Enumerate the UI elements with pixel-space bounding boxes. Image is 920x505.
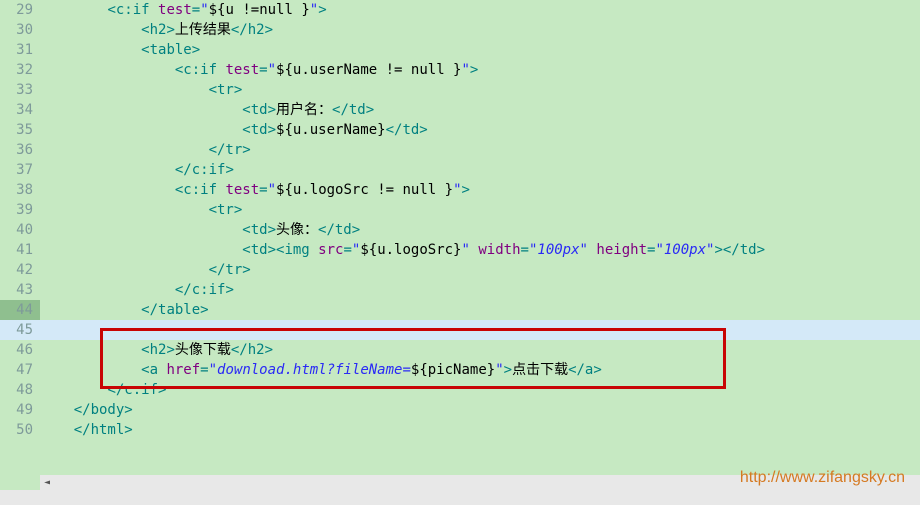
line-number: 34 (0, 100, 40, 120)
code-line[interactable]: 32 <c:if test="${u.userName != null }"> (0, 60, 920, 80)
code-line[interactable]: 49 </body> (0, 400, 920, 420)
code-content[interactable]: <h2>上传结果</h2> (40, 20, 920, 40)
code-line[interactable]: 41 <td><img src="${u.logoSrc}" width="10… (0, 240, 920, 260)
line-number: 42 (0, 260, 40, 280)
scroll-left-icon[interactable]: ◄ (40, 476, 54, 490)
code-line[interactable]: 34 <td>用户名：</td> (0, 100, 920, 120)
code-line[interactable]: 50 </html> (0, 420, 920, 440)
line-number: 46 (0, 340, 40, 360)
code-content[interactable]: <td><img src="${u.logoSrc}" width="100px… (40, 240, 920, 260)
code-line[interactable]: 40 <td>头像：</td> (0, 220, 920, 240)
code-line[interactable]: 36 </tr> (0, 140, 920, 160)
code-content[interactable]: <td>${u.userName}</td> (40, 120, 920, 140)
code-line[interactable]: 33 <tr> (0, 80, 920, 100)
line-number: 37 (0, 160, 40, 180)
line-number: 49 (0, 400, 40, 420)
line-number: 30 (0, 20, 40, 40)
code-content[interactable]: </c:if> (40, 160, 920, 180)
line-number: 32 (0, 60, 40, 80)
code-content[interactable]: </tr> (40, 140, 920, 160)
line-number: 31 (0, 40, 40, 60)
code-line[interactable]: 37 </c:if> (0, 160, 920, 180)
line-number: 45 (0, 320, 40, 340)
code-line[interactable]: 29 <c:if test="${u !=null }"> (0, 0, 920, 20)
line-number: 43 (0, 280, 40, 300)
code-content[interactable]: </html> (40, 420, 920, 440)
line-number: 47 (0, 360, 40, 380)
code-content[interactable]: <tr> (40, 80, 920, 100)
code-line[interactable]: 35 <td>${u.userName}</td> (0, 120, 920, 140)
code-content[interactable]: <td>头像：</td> (40, 220, 920, 240)
code-line[interactable]: 44 </table> (0, 300, 920, 320)
line-number: 41 (0, 240, 40, 260)
line-number: 48 (0, 380, 40, 400)
code-line[interactable]: 48 </c:if> (0, 380, 920, 400)
code-editor[interactable]: 29 <c:if test="${u !=null }">30 <h2>上传结果… (0, 0, 920, 490)
code-content[interactable]: </c:if> (40, 380, 920, 400)
line-number: 38 (0, 180, 40, 200)
code-line[interactable]: 30 <h2>上传结果</h2> (0, 20, 920, 40)
lines-container: 29 <c:if test="${u !=null }">30 <h2>上传结果… (0, 0, 920, 440)
code-content[interactable]: <c:if test="${u !=null }"> (40, 0, 920, 20)
code-content[interactable]: </c:if> (40, 280, 920, 300)
code-content[interactable]: <c:if test="${u.logoSrc != null }"> (40, 180, 920, 200)
code-content[interactable]: <c:if test="${u.userName != null }"> (40, 60, 920, 80)
code-line[interactable]: 39 <tr> (0, 200, 920, 220)
code-content[interactable]: </table> (40, 300, 920, 320)
code-content[interactable]: </tr> (40, 260, 920, 280)
code-line[interactable]: 42 </tr> (0, 260, 920, 280)
line-number: 44 (0, 300, 40, 320)
code-line[interactable]: 31 <table> (0, 40, 920, 60)
watermark-text: http://www.zifangsky.cn (740, 469, 905, 487)
line-number: 50 (0, 420, 40, 440)
code-line[interactable]: 45 (0, 320, 920, 340)
code-content[interactable] (40, 320, 920, 340)
line-number: 40 (0, 220, 40, 240)
code-line[interactable]: 47 <a href="download.html?fileName=${pic… (0, 360, 920, 380)
code-content[interactable]: <td>用户名：</td> (40, 100, 920, 120)
code-content[interactable]: <tr> (40, 200, 920, 220)
code-content[interactable]: <a href="download.html?fileName=${picNam… (40, 360, 920, 380)
code-line[interactable]: 38 <c:if test="${u.logoSrc != null }"> (0, 180, 920, 200)
line-number: 29 (0, 0, 40, 20)
line-number: 36 (0, 140, 40, 160)
code-content[interactable]: <h2>头像下载</h2> (40, 340, 920, 360)
line-number: 35 (0, 120, 40, 140)
code-line[interactable]: 46 <h2>头像下载</h2> (0, 340, 920, 360)
code-content[interactable]: <table> (40, 40, 920, 60)
code-content[interactable]: </body> (40, 400, 920, 420)
line-number: 33 (0, 80, 40, 100)
line-number: 39 (0, 200, 40, 220)
code-line[interactable]: 43 </c:if> (0, 280, 920, 300)
